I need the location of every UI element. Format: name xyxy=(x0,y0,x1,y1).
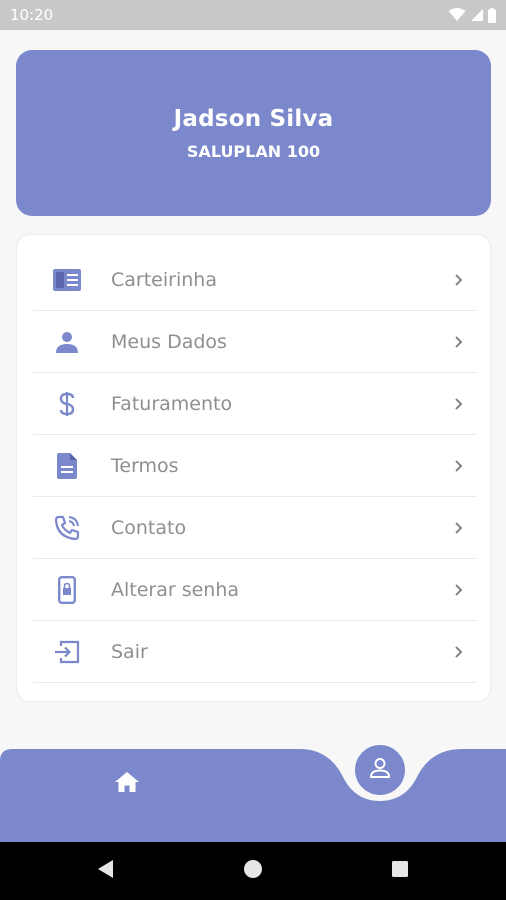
home-system-button[interactable] xyxy=(241,859,265,883)
status-bar: 10:20 xyxy=(0,0,506,30)
menu-item-meus-dados[interactable]: Meus Dados xyxy=(33,311,477,373)
profile-card: Jadson Silva SALUPLAN 100 xyxy=(16,50,491,216)
chevron-right-icon xyxy=(441,645,477,659)
home-circle-icon xyxy=(243,859,263,883)
chevron-right-icon xyxy=(441,459,477,473)
profile-button[interactable] xyxy=(355,745,405,795)
person-icon xyxy=(33,331,101,353)
menu-item-label: Faturamento xyxy=(111,392,233,415)
dollar-icon xyxy=(33,391,101,417)
phone-lock-icon xyxy=(33,575,101,604)
menu-item-label: Sair xyxy=(111,640,148,663)
menu-item-termos[interactable]: Termos xyxy=(33,435,477,497)
user-name: Jadson Silva xyxy=(173,105,334,132)
wifi-icon xyxy=(448,8,466,22)
user-plan: SALUPLAN 100 xyxy=(186,141,321,161)
status-time: 10:20 xyxy=(10,6,54,24)
menu-item-alterar-senha[interactable]: Alterar senha xyxy=(33,559,477,621)
menu-item-faturamento[interactable]: Faturamento xyxy=(33,373,477,435)
exit-icon xyxy=(33,640,101,664)
menu-list: Carteirinha Meus Dados Faturamento Termo… xyxy=(33,249,477,683)
signal-icon xyxy=(470,8,484,22)
chevron-right-icon xyxy=(441,335,477,349)
system-navigation-bar xyxy=(0,842,506,900)
card-icon xyxy=(33,268,101,291)
menu-card: Carteirinha Meus Dados Faturamento Termo… xyxy=(16,234,491,702)
battery-icon xyxy=(488,7,496,23)
home-icon xyxy=(114,771,140,797)
user-outline-icon xyxy=(369,757,391,783)
home-button[interactable] xyxy=(108,765,146,803)
menu-item-sair[interactable]: Sair xyxy=(33,621,477,683)
recents-button[interactable] xyxy=(388,859,412,883)
bottom-navigation xyxy=(0,745,506,842)
chevron-right-icon xyxy=(441,521,477,535)
back-button[interactable] xyxy=(94,859,118,883)
chevron-right-icon xyxy=(441,583,477,597)
back-triangle-icon xyxy=(97,859,115,883)
menu-item-label: Termos xyxy=(111,454,179,477)
document-icon xyxy=(33,452,101,479)
menu-item-label: Contato xyxy=(111,516,187,539)
menu-item-label: Alterar senha xyxy=(111,578,240,601)
menu-item-label: Carteirinha xyxy=(111,268,217,291)
chevron-right-icon xyxy=(441,273,477,287)
recents-square-icon xyxy=(391,860,409,882)
status-icons xyxy=(448,7,496,23)
menu-item-label: Meus Dados xyxy=(111,330,227,353)
menu-item-contato[interactable]: Contato xyxy=(33,497,477,559)
phone-icon xyxy=(33,515,101,541)
menu-item-carteirinha[interactable]: Carteirinha xyxy=(33,249,477,311)
chevron-right-icon xyxy=(441,397,477,411)
bottom-nav-background xyxy=(0,749,506,842)
